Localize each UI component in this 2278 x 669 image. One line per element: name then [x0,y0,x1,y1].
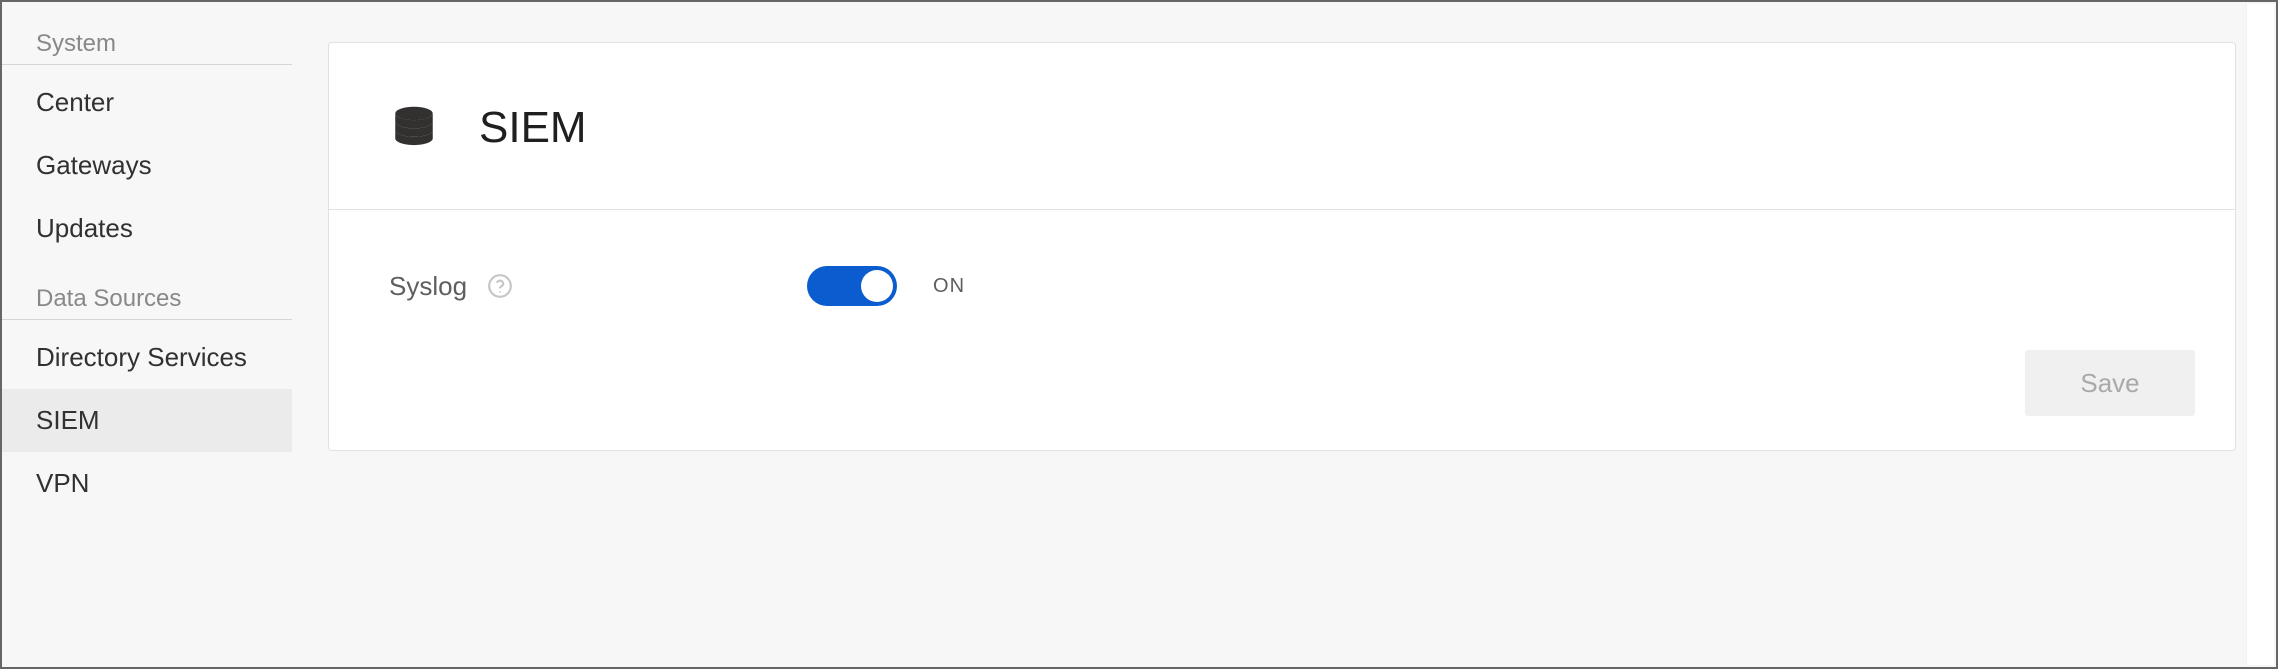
sidebar-item-directory-services[interactable]: Directory Services [2,326,292,389]
sidebar-item-updates[interactable]: Updates [2,197,292,260]
database-icon [389,103,439,153]
vertical-scrollbar[interactable] [2246,4,2274,665]
sidebar-item-siem[interactable]: SIEM [2,389,292,452]
sidebar-item-center[interactable]: Center [2,71,292,134]
sidebar-section-system: System [2,30,292,65]
card-header: SIEM [329,43,2235,210]
save-button[interactable]: Save [2025,350,2195,416]
syslog-toggle[interactable] [807,266,897,306]
main-content: SIEM Syslog ON Save [292,2,2276,667]
page-title: SIEM [479,103,587,153]
syslog-label: Syslog [389,271,467,302]
toggle-knob [861,270,893,302]
help-icon[interactable] [487,273,513,299]
sidebar: System Center Gateways Updates Data Sour… [2,2,292,667]
sidebar-item-gateways[interactable]: Gateways [2,134,292,197]
card-body: Syslog ON Save [329,210,2235,450]
sidebar-item-vpn[interactable]: VPN [2,452,292,515]
setting-syslog: Syslog ON [389,266,2175,306]
settings-card: SIEM Syslog ON Save [328,42,2236,451]
syslog-toggle-state: ON [933,275,965,298]
sidebar-section-data-sources: Data Sources [2,285,292,320]
